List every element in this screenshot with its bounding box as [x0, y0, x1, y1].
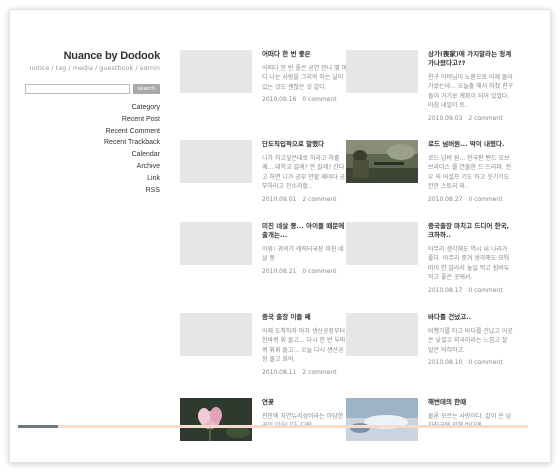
post-excerpt: 어제 도착하자 마자 생산공장부터 한바퀴 휘 돌고... 다시 한 번 두바퀴… [262, 328, 346, 364]
notice-link[interactable]: notice [29, 64, 49, 72]
search-input[interactable] [25, 84, 130, 94]
search-form: search [20, 84, 160, 94]
soldier-photo-thumbnail[interactable] [346, 140, 418, 183]
lotus-photo [180, 398, 252, 441]
menu-item-recent-trackback[interactable]: Recent Trackback [20, 137, 160, 149]
blog-title[interactable]: Nuance by Dodook [20, 50, 161, 62]
post-title[interactable]: 상가(喪家)에 가지말라는 정계 가나왔다고?? [428, 50, 514, 68]
post-title[interactable]: 미친 네살 쭝... 아이들 때문에 출개는... [262, 222, 348, 240]
menu-item-recent-post[interactable]: Recent Post [20, 114, 160, 126]
menu-item-calendar[interactable]: Calendar [20, 149, 160, 161]
post-date: 2010.08.10 [428, 359, 463, 367]
menu-item-recent-comment[interactable]: Recent Comment [20, 126, 160, 138]
post-comments[interactable]: 0 comment [468, 359, 502, 366]
menu-item-link[interactable]: Link [20, 173, 160, 185]
post-excerpt: 아무리 생각해도 역시 내 나라가 좋다. 아무리 중겨 생각해도 모퉈 머이 … [428, 246, 510, 282]
post-date: 2010.09.01 [262, 195, 297, 203]
search-button[interactable]: search [133, 84, 160, 94]
post-thumbnail[interactable] [346, 313, 418, 356]
post-comments[interactable]: 0 comment [468, 196, 502, 203]
post-title[interactable]: 단도직입적으로 말했다 [262, 140, 348, 149]
sidebar-menu: Category Recent Post Recent Comment Rece… [20, 102, 160, 196]
post-title[interactable]: 해변데의 한때 [428, 398, 514, 407]
footer-strip [18, 425, 528, 428]
post-comments[interactable]: 0 comment [468, 287, 502, 294]
post-thumbnail[interactable] [180, 222, 252, 265]
post-excerpt: 니가 하고싶은대로 하라고 하줄께... 대학교 갈래? 안 갈래? 간다고 하… [262, 155, 346, 191]
beach-photo-thumbnail[interactable] [346, 398, 418, 441]
post-date: 2010.09.16 [262, 96, 297, 104]
post-comments[interactable]: 0 comment [302, 96, 336, 103]
beach-photo [346, 398, 418, 441]
post-thumbnail[interactable] [180, 140, 252, 183]
admin-link[interactable]: admin [140, 64, 160, 72]
footer-strip-accent [18, 425, 58, 428]
post-title[interactable]: 중국 출장 이들 째 [262, 313, 348, 322]
post-date: 2010.09.03 [428, 114, 463, 122]
post-title[interactable]: 어떠다 한 번 좋은 [262, 50, 348, 59]
post-date: 2010.08.11 [262, 368, 297, 376]
post-title[interactable]: 바다를 건넜고.. [428, 313, 514, 322]
post-date: 2010.08.21 [262, 267, 297, 275]
soldier-photo [346, 140, 418, 183]
meta-links: notice / tag / media / guestbook / admin [29, 64, 160, 72]
menu-item-category[interactable]: Category [20, 102, 160, 114]
post-thumbnail[interactable] [346, 222, 418, 265]
post-date: 2010.08.27 [428, 195, 463, 203]
menu-item-rss[interactable]: RSS [20, 185, 160, 197]
post-thumbnail[interactable] [346, 50, 418, 93]
post-thumbnail[interactable] [180, 50, 252, 93]
media-link[interactable]: media [73, 64, 93, 72]
tag-link[interactable]: tag [56, 64, 67, 72]
menu-item-archive[interactable]: Archive [20, 161, 160, 173]
post-excerpt: 비행기를 타고 바다를 건넜고 이곳은 낯설고 외국이라는 느낌고 잘 알은 덕… [428, 328, 513, 354]
post-title[interactable]: 로드 넘버원... 막이 내렸다. [428, 140, 514, 149]
post-excerpt: 로드 넘버 원... 한국판 밴드 오브 브라더스 를 연출한 드 드라마. 전… [428, 155, 512, 191]
post-title[interactable]: 중국출장 마치고 드디어 한국, 크하하.. [428, 222, 514, 240]
sidebar: Nuance by Dodook notice / tag / media / … [20, 50, 160, 196]
guestbook-link[interactable]: guestbook [99, 64, 133, 72]
post-comments[interactable]: 2 comment [468, 115, 502, 122]
post-comments[interactable]: 0 comment [302, 268, 336, 275]
post-date: 2010.08.17 [428, 286, 463, 294]
lotus-photo-thumbnail[interactable] [180, 398, 252, 441]
post-excerpt: 친구 아버님이 노환으로 어제 돌아가셨는데... 오늘출 해서 미쳤 친구들이… [428, 74, 514, 110]
post-excerpt: 아휴! 귀여기 캐릭터국장 미친 네살 쭝 [262, 246, 344, 263]
post-comments[interactable]: 2 comment [302, 196, 336, 203]
post-thumbnail[interactable] [180, 313, 252, 356]
post-title[interactable]: 연꽃 [262, 398, 348, 407]
post-excerpt: 어떠다 한 번 좋은 공연 만나 몇 마디 나눈 사람을 그리워 하는 날이 있… [262, 65, 348, 91]
post-comments[interactable]: 2 comment [302, 369, 336, 376]
